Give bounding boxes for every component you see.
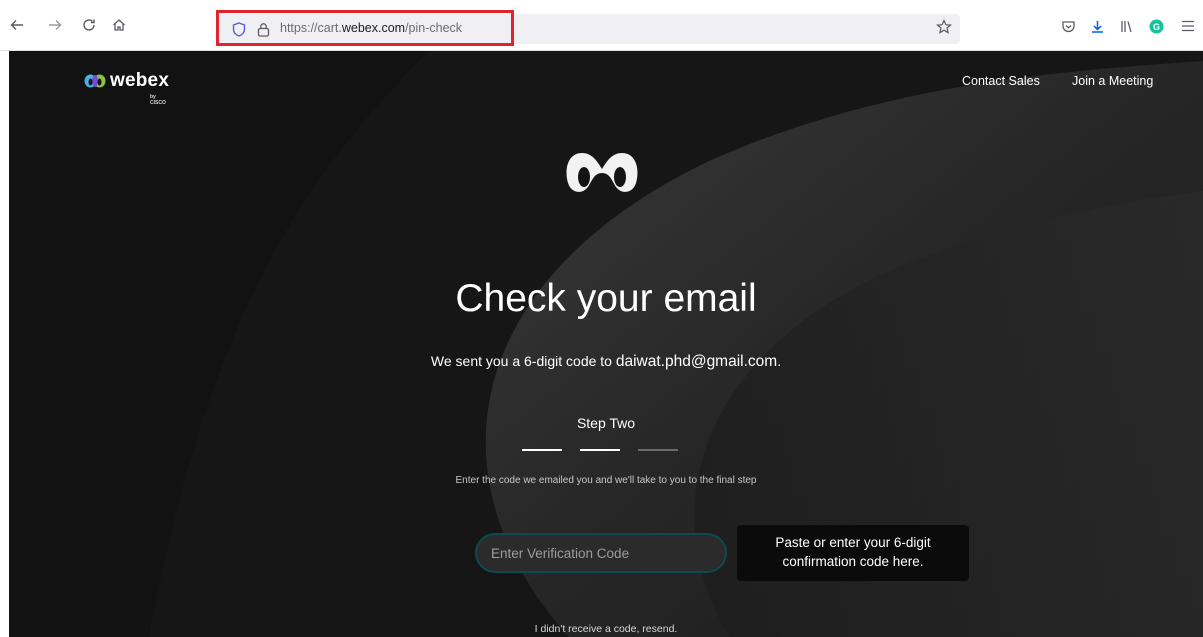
home-icon xyxy=(113,19,125,31)
logo-cisco-text: by CISCO xyxy=(150,94,166,106)
browser-toolbar: https://cart.webex.com/pin-check G xyxy=(0,0,1203,51)
hamburger-menu-icon[interactable] xyxy=(1177,15,1199,37)
sent-prefix: We sent you a 6-digit code to xyxy=(430,353,616,369)
tooltip-line-2: confirmation code here. xyxy=(782,554,924,569)
download-icon[interactable] xyxy=(1086,15,1108,37)
webex-logo[interactable]: webex by CISCO xyxy=(84,70,170,106)
webex-logo-icon xyxy=(84,74,106,88)
page-title: Check your email xyxy=(455,277,757,320)
forward-button[interactable] xyxy=(44,14,66,36)
resend-code-link[interactable]: I didn't receive a code, resend. xyxy=(9,623,1203,635)
reload-button[interactable] xyxy=(78,14,100,36)
left-gutter xyxy=(0,51,9,637)
pocket-icon[interactable] xyxy=(1057,15,1079,37)
instructions-text: Enter the code we emailed you and we'll … xyxy=(455,475,757,486)
logo-text: webex xyxy=(110,70,170,91)
page-viewport: webex by CISCO Contact Sales Join a Meet… xyxy=(9,51,1203,637)
step-segment-3 xyxy=(638,449,678,451)
verification-code-input[interactable] xyxy=(475,533,727,573)
svg-text:G: G xyxy=(1152,22,1159,32)
join-meeting-link[interactable]: Join a Meeting xyxy=(1072,74,1153,88)
reload-icon xyxy=(83,19,95,31)
code-hint-tooltip: Paste or enter your 6-digit confirmation… xyxy=(737,525,969,581)
tooltip-line-1: Paste or enter your 6-digit xyxy=(775,535,931,550)
sent-code-message: We sent you a 6-digit code to daiwat.phd… xyxy=(9,353,1203,371)
arrow-left-icon xyxy=(10,20,23,30)
step-segment-2 xyxy=(580,449,620,451)
email-address: daiwat.phd@gmail.com xyxy=(615,353,778,370)
home-button[interactable] xyxy=(108,14,130,36)
step-segment-1 xyxy=(522,449,562,451)
contact-sales-link[interactable]: Contact Sales xyxy=(962,74,1040,88)
arrow-right-icon xyxy=(49,20,62,30)
url-highlight-box xyxy=(216,10,514,46)
sent-suffix: . xyxy=(777,353,782,369)
back-button[interactable] xyxy=(6,14,28,36)
library-icon[interactable] xyxy=(1115,15,1137,37)
bookmark-star-icon[interactable] xyxy=(936,19,952,40)
grammarly-icon[interactable]: G xyxy=(1145,15,1167,37)
webex-hero-icon xyxy=(566,153,638,192)
step-label: Step Two xyxy=(576,415,636,431)
